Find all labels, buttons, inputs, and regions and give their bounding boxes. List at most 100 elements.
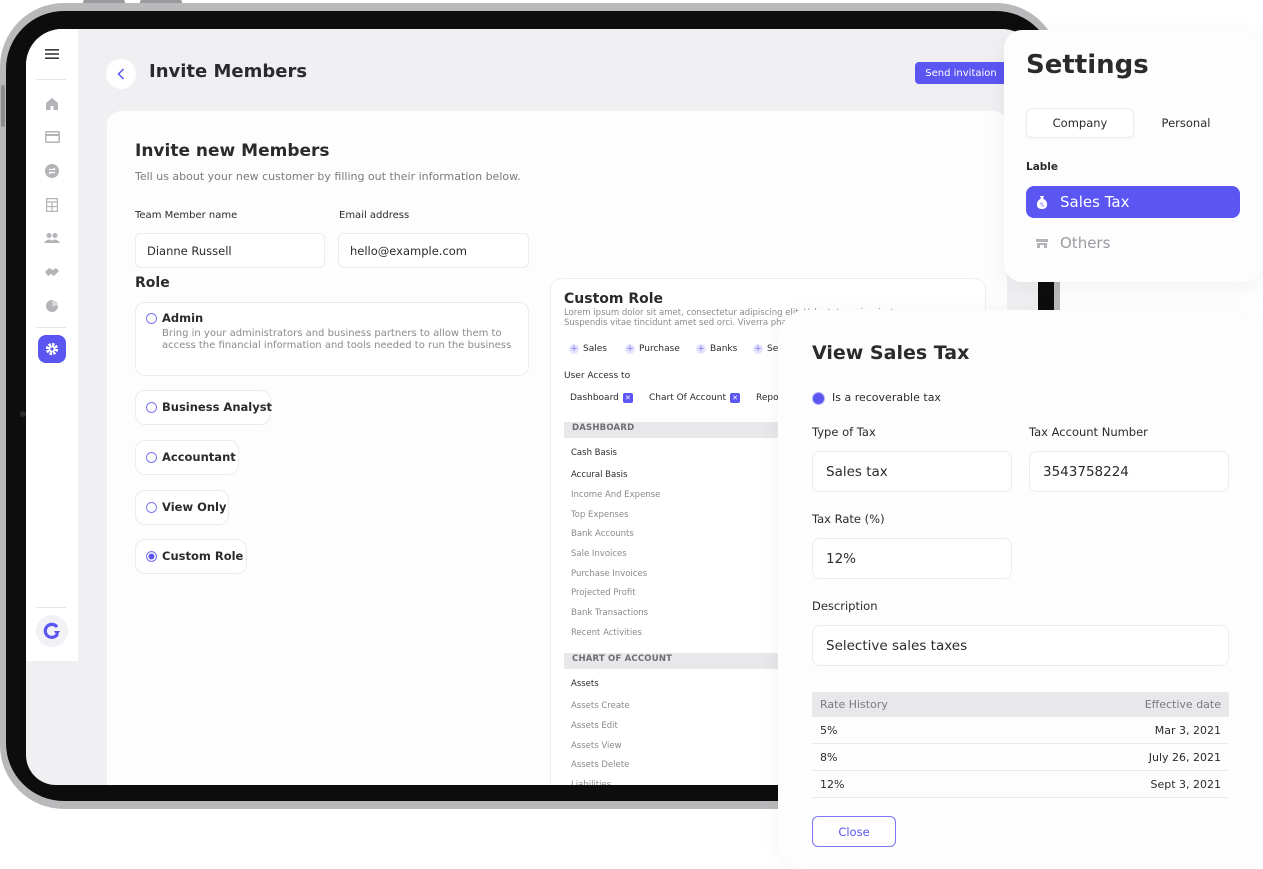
role-description: Bring in your administrators and busines… — [162, 328, 512, 351]
permission-item[interactable]: Income And Expense — [571, 490, 660, 500]
plus-icon: + — [625, 344, 635, 354]
permission-item[interactable]: Recent Activities — [571, 628, 642, 638]
role-label: View Only — [162, 500, 227, 514]
role-option-business-analyst[interactable]: Business Analyst — [135, 390, 272, 425]
exchange-icon — [45, 164, 59, 178]
role-option-accountant[interactable]: Accountant — [135, 440, 239, 475]
role-label: Admin — [162, 311, 204, 325]
money-bag-icon: % — [1036, 196, 1048, 209]
pie-chart-icon — [46, 300, 58, 312]
menu-icon[interactable] — [38, 40, 66, 68]
column-header-effective-date: Effective date — [1144, 698, 1221, 711]
view-sales-tax-panel: View Sales Tax Is a recoverable tax Type… — [778, 310, 1263, 869]
sidebar-item-partners[interactable] — [38, 258, 66, 286]
name-label: Team Member name — [135, 210, 238, 221]
radio-accountant[interactable] — [146, 452, 157, 463]
rate-history-table: Rate History Effective date 5% Mar 3, 20… — [812, 692, 1229, 798]
sidebar-item-transactions[interactable] — [38, 157, 66, 185]
sidebar-item-home[interactable] — [38, 90, 66, 118]
permission-item[interactable]: Assets Create — [571, 701, 630, 711]
permission-item[interactable]: Purchase Invoices — [571, 569, 647, 579]
remove-icon[interactable]: ✕ — [622, 393, 633, 403]
table-row: 12% Sept 3, 2021 — [812, 771, 1229, 798]
access-chip-dashboard[interactable]: Dashboard ✕ — [570, 393, 633, 403]
chevron-left-icon — [117, 68, 125, 80]
permission-item[interactable]: Accural Basis — [571, 470, 627, 480]
sidebar-divider — [36, 327, 66, 328]
role-option-view-only[interactable]: View Only — [135, 490, 229, 525]
rate-cell: 5% — [820, 723, 838, 737]
plus-icon: + — [753, 344, 763, 354]
radio-view-only[interactable] — [146, 502, 157, 513]
permission-item[interactable]: Liabilities — [571, 780, 611, 785]
permission-item[interactable]: Sale Invoices — [571, 549, 627, 559]
tax-rate-input[interactable]: 12% — [812, 538, 1012, 579]
permission-item[interactable]: Cash Basis — [571, 448, 617, 458]
sidebar-item-analytics[interactable] — [38, 292, 66, 320]
settings-item-sales-tax[interactable]: % Sales Tax — [1026, 186, 1240, 218]
page-title: Invite Members — [149, 61, 308, 82]
permission-item[interactable]: Top Expenses — [571, 510, 629, 520]
back-button[interactable] — [106, 59, 136, 89]
role-label: Custom Role — [162, 549, 244, 563]
close-button[interactable]: Close — [812, 816, 896, 847]
email-input[interactable]: hello@example.com — [338, 233, 529, 268]
table-row: 8% July 26, 2021 — [812, 744, 1229, 771]
home-icon — [46, 98, 58, 110]
email-label: Email address — [339, 210, 410, 221]
permission-item[interactable]: Assets Edit — [571, 721, 618, 731]
sidebar-item-cards[interactable] — [38, 123, 66, 151]
plus-icon: + — [696, 344, 706, 354]
recoverable-tax-radio[interactable] — [812, 392, 825, 405]
plus-icon: + — [569, 344, 579, 354]
sidebar-divider — [36, 607, 66, 608]
radio-custom-role[interactable] — [146, 551, 157, 562]
permission-item[interactable]: Assets — [571, 679, 599, 689]
sidebar — [26, 29, 78, 661]
handshake-icon — [45, 268, 59, 276]
type-of-tax-label: Type of Tax — [812, 425, 876, 439]
sidebar-item-users[interactable] — [38, 224, 66, 252]
brand-logo-icon — [43, 622, 60, 639]
brand-logo[interactable] — [36, 615, 68, 647]
settings-panel: Settings Company Personal Lable % Sales … — [1004, 30, 1262, 282]
date-cell: July 26, 2021 — [1148, 750, 1221, 764]
module-chip-purchase[interactable]: + Purchase — [625, 344, 680, 354]
permission-item[interactable]: Assets View — [571, 741, 622, 751]
description-input[interactable]: Selective sales taxes — [812, 625, 1229, 666]
permission-item[interactable]: Assets Delete — [571, 760, 629, 770]
send-invitation-button[interactable]: Send invitaion — [915, 62, 1007, 84]
type-of-tax-input[interactable]: Sales tax — [812, 451, 1012, 492]
module-chip-banks[interactable]: + Banks — [696, 344, 737, 354]
radio-business-analyst[interactable] — [146, 402, 157, 413]
role-option-custom-role[interactable]: Custom Role — [135, 539, 247, 574]
custom-role-title: Custom Role — [564, 291, 664, 307]
access-chip-chart-of-account[interactable]: Chart Of Account ✕ — [649, 393, 741, 403]
tab-personal[interactable]: Personal — [1134, 108, 1238, 138]
settings-item-others[interactable]: Others — [1026, 227, 1240, 259]
permission-item[interactable]: Projected Profit — [571, 588, 636, 598]
sidebar-divider — [36, 79, 66, 80]
module-chip-sales[interactable]: + Sales — [569, 344, 607, 354]
rate-cell: 12% — [820, 777, 845, 791]
sidebar-item-settings[interactable] — [38, 335, 66, 363]
remove-icon[interactable]: ✕ — [730, 393, 741, 403]
role-option-admin[interactable]: Admin Bring in your administrators and b… — [135, 302, 529, 376]
device-side-button — [1, 85, 5, 127]
sidebar-item-reports[interactable] — [38, 191, 66, 219]
radio-admin[interactable] — [146, 313, 157, 324]
form-title: Invite new Members — [135, 141, 330, 161]
role-heading: Role — [135, 275, 170, 291]
tax-account-number-input[interactable]: 3543758224 — [1029, 451, 1229, 492]
name-input[interactable]: Dianne Russell — [135, 233, 325, 268]
settings-title: Settings — [1026, 50, 1149, 80]
permission-item[interactable]: Bank Transactions — [571, 608, 648, 618]
tab-company[interactable]: Company — [1026, 108, 1134, 138]
credit-card-icon — [44, 131, 60, 143]
date-cell: Sept 3, 2021 — [1150, 777, 1221, 791]
settings-section-label: Lable — [1026, 161, 1059, 173]
svg-text:%: % — [1040, 203, 1045, 209]
tax-rate-label: Tax Rate (%) — [812, 512, 885, 526]
description-label: Description — [812, 599, 878, 613]
permission-item[interactable]: Bank Accounts — [571, 529, 634, 539]
